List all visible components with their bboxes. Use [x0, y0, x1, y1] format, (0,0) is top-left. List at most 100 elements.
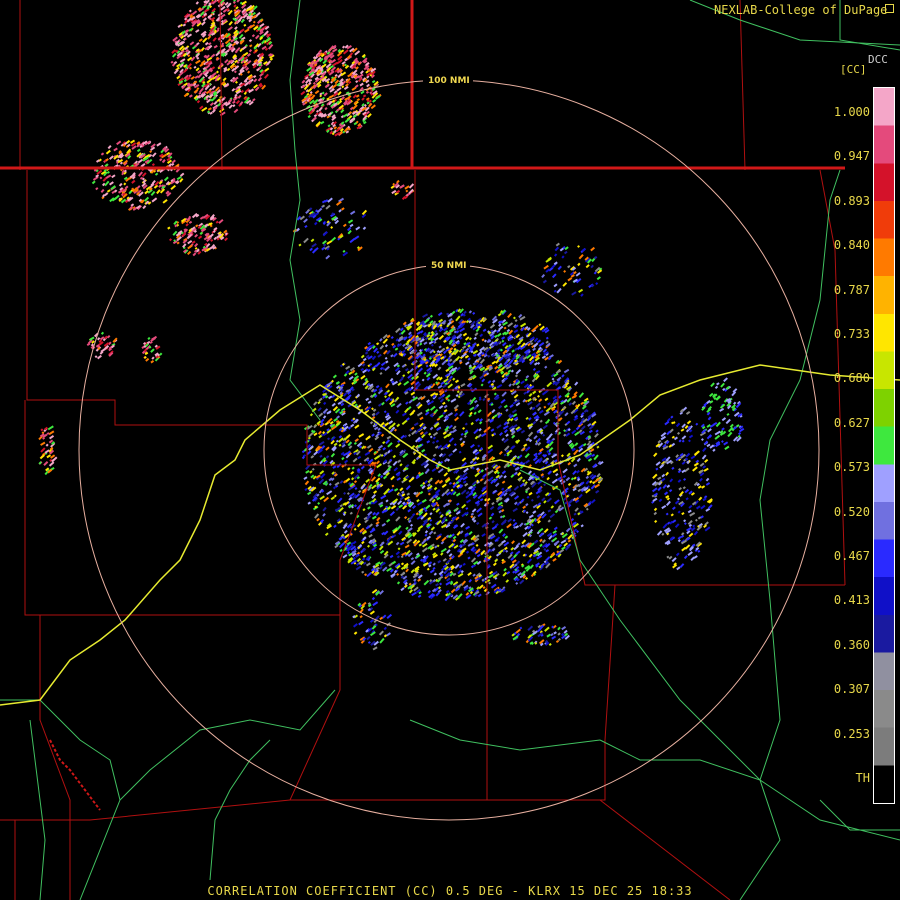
radar-echoes [38, 0, 745, 651]
echo-pixel [544, 397, 549, 402]
echo-pixel [541, 273, 546, 278]
echo-pixel [577, 488, 582, 493]
echo-pixel [404, 515, 408, 520]
echo-pixel [333, 524, 337, 529]
echo-pixel [109, 155, 114, 160]
echo-pixel [417, 367, 424, 374]
echo-pixel [252, 20, 256, 24]
echo-pixel [462, 332, 468, 337]
echo-pixel [515, 368, 522, 375]
radar-map: 50 NMI 100 NMI [0, 0, 900, 900]
echo-pixel [552, 530, 557, 534]
echo-pixel [701, 438, 704, 441]
echo-pixel [418, 543, 423, 547]
echo-pixel [356, 98, 361, 102]
echo-pixel [521, 539, 527, 545]
echo-pixel [137, 158, 144, 164]
echo-pixel [553, 253, 558, 257]
echo-pixel [704, 526, 711, 532]
echo-pixel [150, 348, 155, 353]
echo-pixel [156, 142, 162, 147]
echo-pixel [319, 495, 325, 501]
echo-pixel [407, 433, 412, 437]
echo-pixel [707, 504, 713, 510]
echo-pixel [445, 589, 450, 594]
echo-pixel [487, 354, 491, 358]
echo-pixel [400, 562, 405, 566]
echo-pixel [123, 182, 127, 186]
echo-pixel [546, 476, 550, 481]
echo-pixel [396, 555, 401, 559]
echo-pixel [327, 124, 331, 128]
echo-pixel [428, 530, 434, 536]
echo-pixel [317, 400, 321, 405]
echo-pixel [693, 462, 699, 467]
echo-pixel [683, 555, 688, 560]
echo-pixel [432, 431, 439, 437]
echo-pixel [473, 336, 477, 340]
echo-pixel [528, 431, 534, 438]
echo-pixel [355, 226, 361, 231]
echo-pixel [510, 369, 514, 373]
echo-pixel [313, 221, 318, 226]
echo-pixel [441, 536, 447, 542]
echo-pixel [528, 491, 533, 496]
echo-pixel [703, 467, 709, 472]
echo-pixel [388, 391, 394, 397]
echo-pixel [351, 477, 355, 481]
echo-pixel [410, 560, 416, 566]
echo-pixel [348, 375, 354, 381]
echo-pixel [384, 365, 390, 372]
echo-pixel [463, 310, 467, 315]
echo-pixel [665, 471, 670, 476]
echo-pixel [330, 226, 334, 229]
echo-pixel [694, 450, 700, 456]
echo-pixel [393, 467, 399, 472]
echo-pixel [399, 184, 405, 189]
echo-pixel [198, 38, 203, 42]
echo-pixel [322, 513, 326, 517]
echo-pixel [524, 378, 528, 382]
echo-pixel [681, 461, 686, 465]
echo-pixel [551, 377, 555, 381]
echo-pixel [309, 247, 313, 252]
echo-pixel [442, 557, 447, 562]
echo-pixel [179, 58, 186, 63]
echo-pixel [677, 539, 681, 543]
echo-pixel [553, 283, 558, 288]
echo-pixel [670, 415, 674, 419]
echo-pixel [573, 476, 577, 480]
echo-pixel [532, 510, 537, 514]
echo-pixel [390, 336, 394, 340]
echo-pixel [405, 526, 409, 531]
echo-pixel [490, 428, 495, 432]
echo-pixel [464, 354, 469, 359]
echo-pixel [465, 550, 470, 554]
echo-pixel [501, 339, 505, 343]
echo-pixel [448, 481, 453, 485]
echo-pixel [389, 511, 396, 517]
echo-pixel [164, 176, 169, 182]
echo-pixel [595, 282, 599, 286]
echo-pixel [379, 566, 383, 570]
echo-pixel [96, 337, 101, 341]
echo-pixel [249, 44, 253, 48]
echo-pixel [714, 430, 721, 436]
echo-pixel [657, 439, 662, 444]
echo-pixel [243, 23, 247, 27]
echo-pixel [323, 401, 327, 405]
echo-pixel [699, 477, 703, 482]
echo-pixel [342, 251, 349, 257]
echo-pixel [100, 152, 105, 156]
echo-pixel [517, 471, 522, 477]
echo-pixel [515, 581, 519, 585]
echo-pixel [664, 420, 670, 426]
echo-pixel [483, 478, 490, 485]
echo-pixel [558, 394, 562, 399]
echo-pixel [697, 549, 701, 553]
echo-pixel [526, 558, 533, 564]
echo-pixel [401, 490, 405, 494]
echo-pixel [454, 563, 460, 569]
echo-pixel [109, 181, 114, 186]
echo-pixel [303, 218, 308, 223]
